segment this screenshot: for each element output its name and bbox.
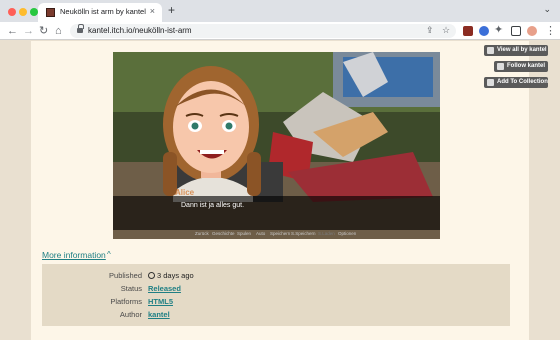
menu-back[interactable]: Zurück — [195, 231, 209, 236]
info-value-published: 3 days ago — [148, 271, 194, 280]
add-to-collection-button[interactable]: Add To Collection — [484, 77, 548, 88]
new-tab-button[interactable]: + — [168, 3, 175, 17]
lock-icon[interactable] — [77, 24, 84, 33]
url-text[interactable]: kantel.itch.io/neukölln-ist-arm — [88, 26, 192, 35]
more-information-toggle[interactable]: More information — [42, 250, 106, 260]
menu-history[interactable]: Geschichte — [212, 231, 235, 236]
back-icon[interactable]: ← — [7, 24, 18, 38]
game-frame[interactable]: Alice Dann ist ja alles gut. Zurück Gesc… — [113, 52, 440, 239]
info-key-platforms: Platforms — [110, 297, 142, 306]
maximize-window-button[interactable] — [30, 8, 38, 16]
view-all-button[interactable]: View all by kantel — [484, 45, 548, 56]
menu-auto[interactable]: Auto — [256, 231, 265, 236]
info-panel: Published 3 days ago Status Released Pla… — [42, 264, 510, 326]
address-bar[interactable]: kantel.itch.io/neukölln-ist-arm ⇪ ☆ — [70, 24, 456, 38]
menu-quicksave[interactable]: S.Speichern — [291, 231, 316, 236]
chevron-up-icon[interactable]: ^ — [107, 250, 111, 259]
profile-icon[interactable] — [527, 26, 537, 36]
follow-button[interactable]: Follow kantel — [494, 61, 548, 72]
home-icon[interactable]: ⌂ — [55, 24, 62, 38]
speaker-name: Alice — [175, 188, 195, 197]
dialogue-text: Dann ist ja alles gut. — [181, 202, 245, 209]
gallery-icon — [487, 47, 494, 54]
extension-icon[interactable] — [463, 26, 473, 36]
menu-quickload[interactable]: S.Laden — [318, 231, 335, 236]
menu-skip[interactable]: Spulen — [237, 231, 251, 236]
info-row-status: Status Released — [42, 284, 510, 296]
published-text: 3 days ago — [157, 271, 194, 280]
minimize-window-button[interactable] — [19, 8, 27, 16]
clock-icon — [148, 272, 155, 279]
info-row-published: Published 3 days ago — [42, 271, 510, 283]
info-row-author: Author kantel — [42, 310, 510, 322]
browser-tab[interactable]: Neukölln ist arm by kantel × — [38, 3, 162, 22]
browser-toolbar: ← → ↻ ⌂ kantel.itch.io/neukölln-ist-arm … — [0, 22, 560, 40]
reload-icon[interactable]: ↻ — [39, 24, 48, 38]
info-row-platforms: Platforms HTML5 — [42, 297, 510, 309]
menu-save[interactable]: Speichern — [270, 231, 290, 236]
tab-favicon-icon — [46, 8, 55, 17]
author-link[interactable]: kantel — [148, 310, 170, 319]
extensions-icon[interactable]: ✦ — [494, 23, 503, 37]
info-key-published: Published — [109, 271, 142, 280]
forward-icon[interactable]: → — [23, 24, 34, 38]
tab-title: Neukölln ist arm by kantel — [60, 7, 146, 16]
collection-icon — [487, 79, 494, 86]
info-key-status: Status — [120, 284, 142, 293]
dialogue-box[interactable] — [113, 196, 440, 230]
close-window-button[interactable] — [8, 8, 16, 16]
star-icon[interactable]: ☆ — [442, 25, 450, 36]
follow-label: Follow kantel — [507, 63, 546, 69]
tab-close-icon[interactable]: × — [150, 6, 155, 16]
info-key-author: Author — [119, 310, 142, 319]
extension-blue-icon[interactable] — [479, 26, 489, 36]
add-to-collection-label: Add To Collection — [497, 79, 548, 85]
menu-icon[interactable]: ⋮ — [545, 24, 556, 38]
sidebar-icon[interactable] — [511, 26, 521, 36]
share-icon[interactable]: ⇪ — [426, 25, 434, 36]
browser-tab-strip: Neukölln ist arm by kantel × + ⌄ — [0, 0, 560, 22]
view-all-label: View all by kantel — [497, 47, 547, 53]
platform-link[interactable]: HTML5 — [148, 297, 173, 306]
follow-icon — [497, 63, 504, 70]
status-link[interactable]: Released — [148, 284, 181, 293]
menu-options[interactable]: Optionen — [338, 231, 356, 236]
tab-search-icon[interactable]: ⌄ — [543, 4, 551, 15]
